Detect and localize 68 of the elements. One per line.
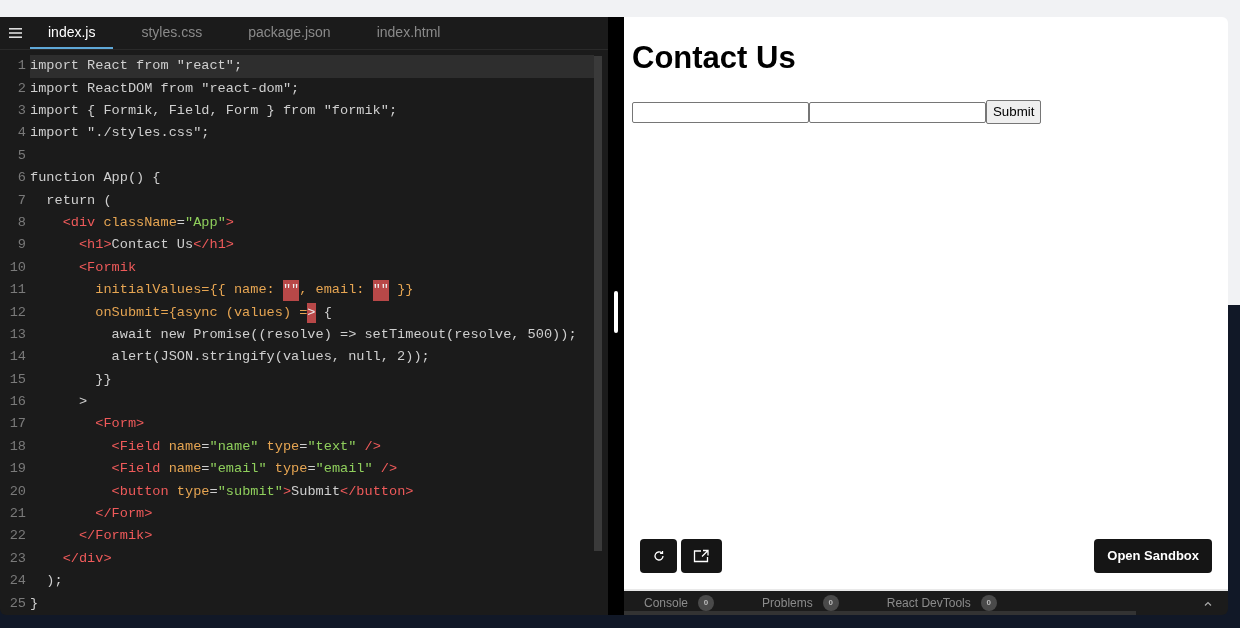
code-line: import ReactDOM from "react-dom";: [30, 79, 301, 98]
code-line: <h1>Contact Us</h1>: [77, 236, 235, 255]
input-field[interactable]: [632, 101, 809, 123]
line-number: 17: [8, 415, 27, 434]
code-line: import "./styles.css";: [30, 124, 211, 143]
input-field[interactable]: [809, 101, 986, 123]
file-tab[interactable]: styles.css: [123, 17, 221, 50]
code-line: <div className="App">: [61, 213, 235, 232]
line-number: 22: [8, 527, 27, 546]
open-sandbox-button[interactable]: Open Sandbox: [1094, 539, 1212, 573]
count-badge: 0: [698, 595, 715, 611]
code-line: onSubmit={async (values) => {: [30, 301, 594, 324]
code-line: return (: [45, 191, 113, 210]
code-line: await new Promise((resolve) => setTimeout(resolve, 500));: [110, 325, 578, 344]
line-number: 25: [8, 594, 27, 613]
line-number: 23: [8, 549, 27, 568]
code-line: </Form>: [94, 505, 154, 524]
code-line: }}: [94, 370, 113, 389]
line-number: 16: [8, 393, 27, 412]
line-number: 12: [8, 303, 27, 322]
code-line: function App() {: [30, 169, 162, 188]
file-tab[interactable]: index.js: [30, 17, 114, 50]
line-number: 24: [8, 572, 27, 591]
code-line: <Field name="email" type="email" />: [110, 460, 399, 479]
code-line: alert(JSON.stringify(values, null, 2));: [110, 348, 431, 367]
line-number: 11: [8, 281, 27, 300]
chevron-up-icon[interactable]: [1204, 600, 1212, 606]
line-number: 13: [8, 325, 27, 344]
refresh-icon: [652, 550, 665, 562]
line-number: 7: [16, 191, 27, 210]
file-tab[interactable]: package.json: [230, 17, 349, 50]
line-number: 5: [16, 146, 27, 165]
line-number: 18: [8, 437, 27, 456]
line-number: 10: [8, 258, 27, 277]
submit-button[interactable]: Submit: [986, 100, 1042, 125]
line-number: 8: [16, 213, 27, 232]
code-line: import { Formik, Field, Form } from "formik";: [30, 102, 399, 120]
code-line: <button type="submit">Submit</button>: [110, 482, 415, 501]
count-badge: 0: [980, 595, 997, 611]
line-number: 1: [16, 57, 27, 76]
file-tab[interactable]: index.html: [358, 17, 459, 50]
line-number: 21: [8, 505, 27, 524]
line-number: 6: [16, 169, 27, 188]
scrollbar[interactable]: [594, 56, 602, 551]
open-external-button[interactable]: [681, 539, 722, 573]
code-line: <Form>: [94, 415, 146, 434]
page-heading: Contact Us: [632, 39, 797, 77]
code-line: initialValues={{ name: "", email: "" }}: [30, 279, 594, 302]
line-number: 15: [8, 370, 27, 389]
line-number: 19: [8, 460, 27, 479]
resize-handle[interactable]: [614, 291, 618, 333]
refresh-button[interactable]: [640, 539, 677, 573]
line-number: 14: [8, 348, 27, 367]
line-number: 2: [16, 79, 27, 98]
external-link-icon: [693, 549, 710, 563]
code-line: >: [77, 393, 89, 412]
code-line: </Formik>: [77, 527, 154, 546]
line-number: 9: [16, 236, 27, 255]
code-line: <Formik: [77, 258, 138, 277]
code-line: <Field name="name" type="text" />: [110, 437, 382, 456]
line-number: 20: [8, 482, 27, 501]
line-number: 4: [16, 124, 27, 143]
count-badge: 0: [822, 595, 839, 611]
code-line: }: [30, 594, 40, 613]
code-line: </div>: [61, 549, 113, 568]
line-number: 3: [16, 102, 27, 120]
menu-icon[interactable]: [8, 28, 22, 39]
code-line: );: [45, 572, 64, 591]
